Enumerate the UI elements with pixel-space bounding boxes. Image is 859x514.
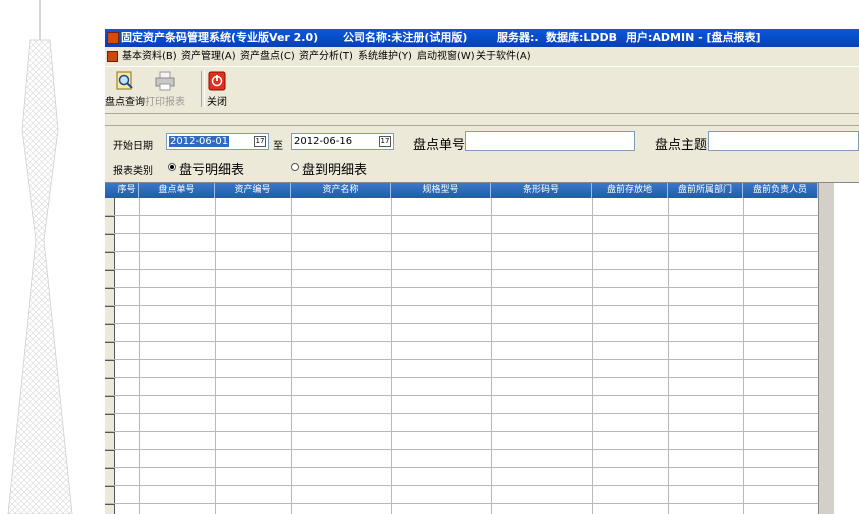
radio-loss-report[interactable]	[168, 163, 176, 171]
toolbar: 盘点查询 打印报表 关闭	[105, 66, 859, 114]
inventory-no-input[interactable]	[465, 131, 635, 151]
inventory-no-label: 盘点单号	[413, 138, 466, 153]
calendar-icon[interactable]: 17	[379, 136, 391, 147]
title-company: 公司名称:未注册(试用版)	[343, 31, 468, 44]
close-button[interactable]: 关闭	[197, 71, 237, 111]
table-row[interactable]	[105, 270, 818, 288]
col-department[interactable]: 盘前所属部门	[668, 183, 743, 198]
menu-basic-data[interactable]: 基本资料(B)	[120, 48, 179, 65]
col-asset-name[interactable]: 资产名称	[291, 183, 391, 198]
menu-startup-window[interactable]: 启动视窗(W)	[415, 48, 477, 65]
table-row[interactable]	[105, 216, 818, 234]
radio-found-report[interactable]	[291, 163, 299, 171]
menu-system-maintenance[interactable]: 系统维护(Y)	[356, 48, 414, 65]
table-row[interactable]	[105, 486, 818, 504]
report-grid[interactable]: 序号 盘点单号 资产编号 资产名称 规格型号 条形码号 盘前存放地 盘前所属部门…	[105, 182, 859, 514]
row-header-tick	[105, 504, 115, 505]
power-close-icon	[208, 71, 226, 91]
col-asset-code[interactable]: 资产编号	[215, 183, 291, 198]
col-inventory-no[interactable]: 盘点单号	[139, 183, 215, 198]
col-spec-model[interactable]: 规格型号	[391, 183, 491, 198]
menu-bar: 基本资料(B) 资产管理(A) 资产盘点(C) 资产分析(T) 系统维护(Y) …	[105, 48, 859, 65]
start-date-value: 2012-06-01	[169, 136, 230, 147]
found-report-label: 盘到明细表	[302, 163, 368, 178]
title-server: 服务器:.	[497, 31, 539, 44]
menu-app-icon	[107, 51, 118, 62]
inventory-query-button[interactable]: 盘点查询	[105, 71, 145, 111]
table-row[interactable]	[105, 198, 818, 216]
table-row[interactable]	[105, 306, 818, 324]
grid-scrollbar[interactable]	[818, 183, 834, 514]
print-report-label: 打印报表	[145, 97, 185, 108]
end-date-picker[interactable]: 2012-06-16 17	[291, 133, 394, 150]
menu-asset-analysis[interactable]: 资产分析(T)	[297, 48, 355, 65]
print-report-button[interactable]: 打印报表	[145, 71, 185, 111]
calendar-icon[interactable]: 17	[254, 136, 266, 147]
printer-icon	[155, 71, 175, 91]
inventory-query-label: 盘点查询	[105, 97, 145, 108]
table-row[interactable]	[105, 288, 818, 306]
table-row[interactable]	[105, 414, 818, 432]
title-user: 用户:ADMIN - [盘点报表]	[626, 31, 761, 44]
table-row[interactable]	[105, 432, 818, 450]
magnifier-document-icon	[116, 71, 133, 90]
table-row[interactable]	[105, 342, 818, 360]
table-row[interactable]	[105, 450, 818, 468]
title-database: 数据库:LDDB	[546, 31, 618, 44]
grid-header: 序号 盘点单号 资产编号 资产名称 规格型号 条形码号 盘前存放地 盘前所属部门…	[105, 183, 818, 198]
app-logo-icon	[107, 32, 119, 44]
menu-asset-inventory[interactable]: 资产盘点(C)	[238, 48, 297, 65]
table-row[interactable]	[105, 396, 818, 414]
title-app-name: 固定资产条码管理系统(专业版Ver 2.0)	[121, 31, 319, 44]
subject-label: 盘点主题	[655, 138, 708, 153]
col-custodian[interactable]: 盘前负责人员	[743, 183, 818, 198]
table-row[interactable]	[105, 360, 818, 378]
table-row[interactable]	[105, 378, 818, 396]
table-row[interactable]	[105, 252, 818, 270]
end-date-value: 2012-06-16	[294, 136, 353, 147]
subject-input[interactable]	[708, 131, 859, 151]
start-date-picker[interactable]: 2012-06-01 17	[166, 133, 269, 150]
to-label: 至	[273, 141, 283, 152]
start-date-label: 开始日期	[113, 141, 153, 152]
col-barcode[interactable]: 条形码号	[491, 183, 592, 198]
table-row[interactable]	[105, 468, 818, 486]
menu-about[interactable]: 关于软件(A)	[474, 48, 533, 65]
loss-report-label: 盘亏明细表	[179, 163, 245, 178]
title-bar: 固定资产条码管理系统(专业版Ver 2.0) 公司名称:未注册(试用版) 服务器…	[105, 29, 859, 47]
app-window: 固定资产条码管理系统(专业版Ver 2.0) 公司名称:未注册(试用版) 服务器…	[105, 29, 859, 514]
table-row[interactable]	[105, 324, 818, 342]
col-seq[interactable]: 序号	[115, 183, 139, 198]
tower-background-graphic	[7, 0, 73, 514]
menu-asset-management[interactable]: 资产管理(A)	[179, 48, 238, 65]
filter-panel: 开始日期 2012-06-01 17 至 2012-06-16 17 盘点单号 …	[105, 125, 859, 180]
col-location[interactable]: 盘前存放地	[592, 183, 668, 198]
close-label: 关闭	[207, 97, 227, 108]
report-type-label: 报表类别	[113, 166, 153, 177]
table-row[interactable]	[105, 234, 818, 252]
